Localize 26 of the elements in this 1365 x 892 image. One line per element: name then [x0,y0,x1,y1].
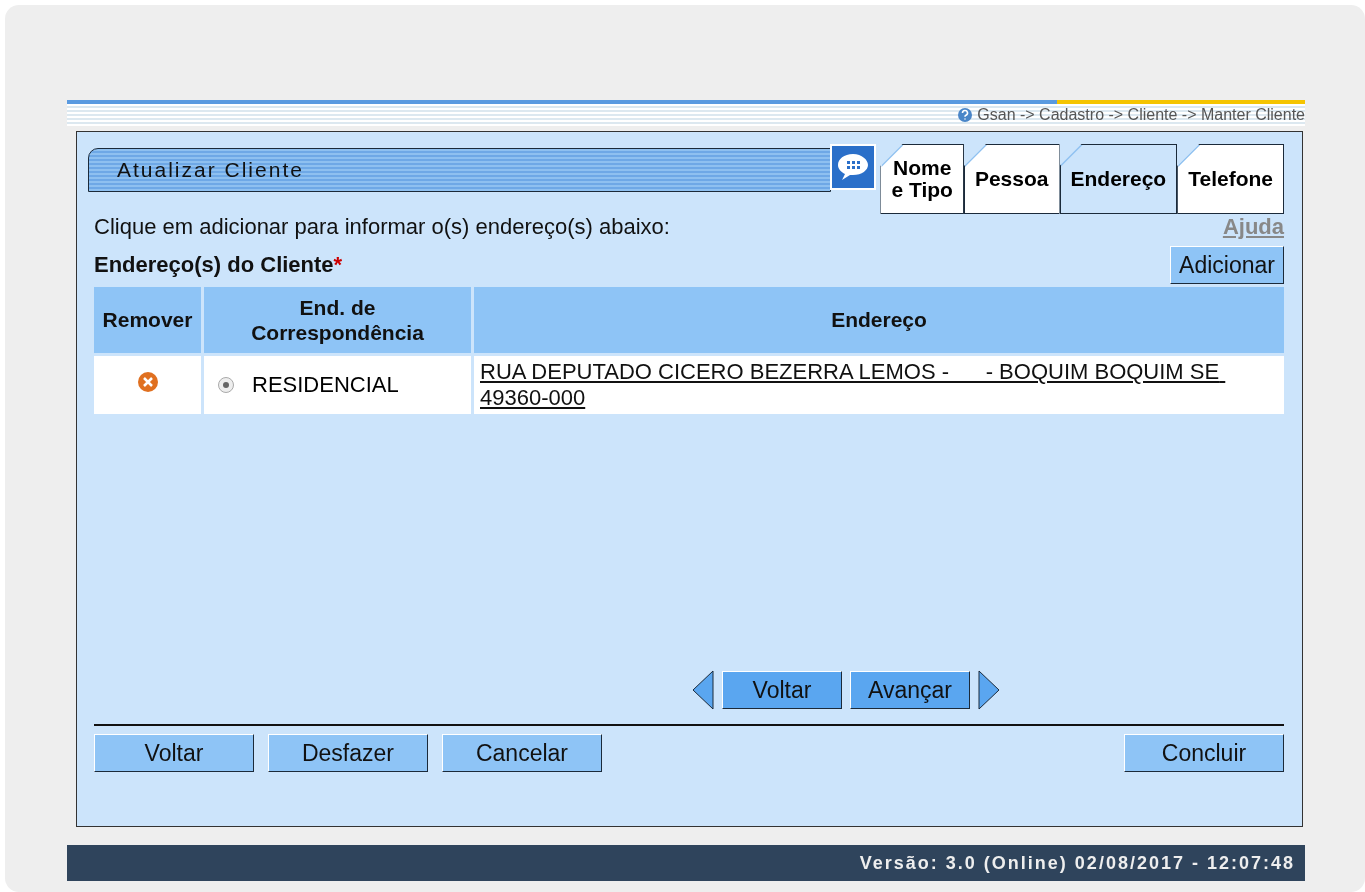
tab[interactable]: Telefone [1177,144,1284,214]
address-type: RESIDENCIAL [252,372,399,398]
section-label: Endereço(s) do Cliente* [94,252,343,278]
chat-bubble-icon[interactable] [830,144,877,190]
tab[interactable]: Endereço [1059,144,1178,214]
radio-button[interactable] [218,377,234,393]
column-header: End. de Correspondência [204,287,471,353]
left-arrow-icon[interactable] [692,670,714,710]
column-header: Endereço [474,287,1284,353]
next-button[interactable]: Avançar [850,671,970,709]
tab[interactable]: Pessoa [963,144,1060,214]
add-button[interactable]: Adicionar [1170,246,1284,284]
breadcrumb: Gsan -> Cadastro -> Cliente -> Manter Cliente [977,106,1305,124]
action-button[interactable]: Voltar [94,734,254,772]
tab[interactable]: Nome e Tipo [880,144,964,214]
column-header: Remover [94,287,201,353]
page-title: Atualizar Cliente [117,158,304,182]
remove-icon[interactable] [136,371,159,393]
right-arrow-icon[interactable] [978,670,1000,710]
action-button[interactable]: Desfazer [268,734,428,772]
back-button[interactable]: Voltar [722,671,842,709]
instruction-text: Clique em adicionar para informar o(s) endereço(s) abaixo: [94,214,670,240]
version-text: Versão: 3.0 (Online) 02/08/2017 - 12:07:48 [859,852,1295,874]
help-icon[interactable] [957,107,974,123]
finish-button[interactable]: Concluir [1124,734,1284,772]
action-button[interactable]: Cancelar [442,734,602,772]
